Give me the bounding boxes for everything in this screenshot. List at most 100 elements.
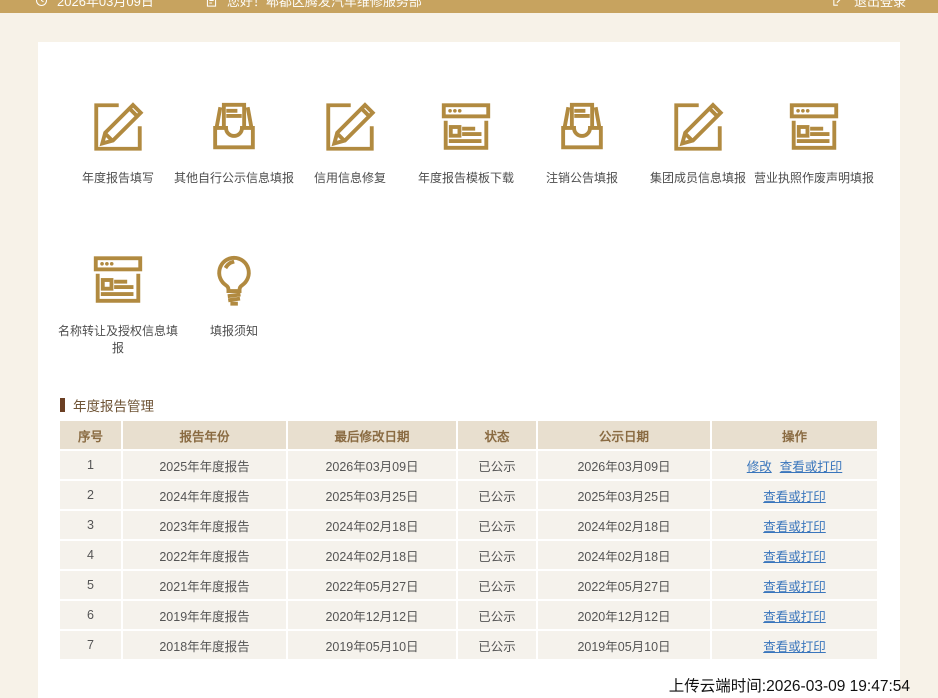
clock-icon [34,0,49,8]
cell-actions: 查看或打印 [712,601,877,631]
cell-no: 2 [60,481,123,511]
logout-icon [831,0,846,8]
cell-publicity-date: 2024年02月18日 [538,511,712,541]
cell-last-modified-date: 2024年02月18日 [288,511,458,541]
main-card: 年度报告填写 其他自行公示信息填报 信用信息修复 年度报告模板下载 注销公告填报… [38,42,900,698]
shortcut-label: 信用信息修复 [288,170,412,187]
cell-publicity-date: 2022年05月27日 [538,571,712,601]
user-greeting: 您好！郫都区腾发汽车维修服务部 [227,0,422,10]
cell-report-year: 2022年年度报告 [123,541,288,571]
cell-status: 已公示 [458,571,538,601]
cell-report-year: 2025年年度报告 [123,451,288,481]
cell-status: 已公示 [458,541,538,571]
table-row: 4 2022年年度报告 2024年02月18日 已公示 2024年02月18日 … [60,541,877,571]
shortcut-annual-report-fill[interactable]: 年度报告填写 [60,98,176,187]
current-date: 2026年03月09日 [57,0,154,10]
browser-icon [436,98,496,156]
column-header: 序号 [60,421,123,451]
cell-actions: 修改查看或打印 [712,451,877,481]
shortcut-label: 营业执照作废声明填报 [752,170,876,187]
edit-icon [88,98,148,156]
section-marker [60,398,65,412]
shortcut-label: 填报须知 [172,323,296,340]
browser-icon [88,251,148,309]
shortcut-credit-info-repair[interactable]: 信用信息修复 [292,98,408,187]
shortcut-label: 集团成员信息填报 [636,170,760,187]
column-header: 操作 [712,421,877,451]
bulb-icon [204,251,264,309]
cell-actions: 查看或打印 [712,481,877,511]
table-body: 1 2025年年度报告 2026年03月09日 已公示 2026年03月09日 … [60,451,877,661]
table-row: 6 2019年年度报告 2020年12月12日 已公示 2020年12月12日 … [60,601,877,631]
column-header: 状态 [458,421,538,451]
logout-label: 退出登录 [854,0,906,10]
cell-last-modified-date: 2022年05月27日 [288,571,458,601]
cell-last-modified-date: 2019年05月10日 [288,631,458,661]
shortcut-annual-report-template-download[interactable]: 年度报告模板下载 [408,98,524,187]
shortcut-filling-instructions[interactable]: 填报须知 [176,251,292,357]
column-header: 报告年份 [123,421,288,451]
cell-publicity-date: 2026年03月09日 [538,451,712,481]
cell-publicity-date: 2024年02月18日 [538,541,712,571]
logout-button[interactable]: 退出登录 [831,0,906,10]
cell-publicity-date: 2025年03月25日 [538,481,712,511]
cell-status: 已公示 [458,601,538,631]
cell-status: 已公示 [458,631,538,661]
shortcut-name-transfer-authorization-info-fill[interactable]: 名称转让及授权信息填报 [60,251,176,357]
shortcut-cancellation-announcement-fill[interactable]: 注销公告填报 [524,98,640,187]
column-header: 公示日期 [538,421,712,451]
shortcut-business-license-void-declaration-fill[interactable]: 营业执照作废声明填报 [756,98,872,187]
cell-last-modified-date: 2026年03月09日 [288,451,458,481]
view-or-print-link[interactable]: 查看或打印 [763,610,826,624]
cell-actions: 查看或打印 [712,511,877,541]
cell-actions: 查看或打印 [712,541,877,571]
view-or-print-link[interactable]: 查看或打印 [763,580,826,594]
table-row: 5 2021年年度报告 2022年05月27日 已公示 2022年05月27日 … [60,571,877,601]
cell-no: 4 [60,541,123,571]
section-title-annual-report-management: 年度报告管理 [60,395,900,415]
cell-report-year: 2021年年度报告 [123,571,288,601]
shortcut-label: 其他自行公示信息填报 [172,170,296,187]
table-row: 3 2023年年度报告 2024年02月18日 已公示 2024年02月18日 … [60,511,877,541]
cell-status: 已公示 [458,451,538,481]
topbar-greeting-group: 您好！郫都区腾发汽车维修服务部 [204,0,422,10]
column-header: 最后修改日期 [288,421,458,451]
shortcut-label: 名称转让及授权信息填报 [56,323,180,357]
cell-report-year: 2024年年度报告 [123,481,288,511]
shortcut-label: 年度报告填写 [56,170,180,187]
table-row: 7 2018年年度报告 2019年05月10日 已公示 2019年05月10日 … [60,631,877,661]
table-header-row: 序号报告年份最后修改日期状态公示日期操作 [60,421,877,451]
shortcuts-grid: 年度报告填写 其他自行公示信息填报 信用信息修复 年度报告模板下载 注销公告填报… [38,42,900,357]
shortcut-other-self-publicity-info-fill[interactable]: 其他自行公示信息填报 [176,98,292,187]
cell-report-year: 2019年年度报告 [123,601,288,631]
inbox-icon [204,98,264,156]
cell-report-year: 2018年年度报告 [123,631,288,661]
cell-last-modified-date: 2025年03月25日 [288,481,458,511]
shortcut-group-member-info-fill[interactable]: 集团成员信息填报 [640,98,756,187]
view-or-print-link[interactable]: 查看或打印 [763,550,826,564]
cell-no: 1 [60,451,123,481]
view-or-print-link[interactable]: 查看或打印 [763,490,826,504]
topbar-date-group: 2026年03月09日 [34,0,154,10]
cell-publicity-date: 2020年12月12日 [538,601,712,631]
cell-status: 已公示 [458,481,538,511]
cell-publicity-date: 2019年05月10日 [538,631,712,661]
upload-cloud-time: 上传云端时间:2026-03-09 19:47:54 [669,674,910,696]
table-row: 1 2025年年度报告 2026年03月09日 已公示 2026年03月09日 … [60,451,877,481]
cell-last-modified-date: 2024年02月18日 [288,541,458,571]
annual-report-table: 序号报告年份最后修改日期状态公示日期操作 1 2025年年度报告 2026年03… [60,421,877,661]
section-title-text: 年度报告管理 [73,395,154,415]
cell-actions: 查看或打印 [712,631,877,661]
inbox-icon [552,98,612,156]
document-icon [204,0,219,8]
cell-status: 已公示 [458,511,538,541]
view-or-print-link[interactable]: 查看或打印 [780,460,843,474]
modify-link[interactable]: 修改 [747,460,772,474]
view-or-print-link[interactable]: 查看或打印 [763,640,826,654]
shortcut-label: 年度报告模板下载 [404,170,528,187]
cell-no: 6 [60,601,123,631]
cell-last-modified-date: 2020年12月12日 [288,601,458,631]
cell-report-year: 2023年年度报告 [123,511,288,541]
cell-no: 7 [60,631,123,661]
view-or-print-link[interactable]: 查看或打印 [763,520,826,534]
